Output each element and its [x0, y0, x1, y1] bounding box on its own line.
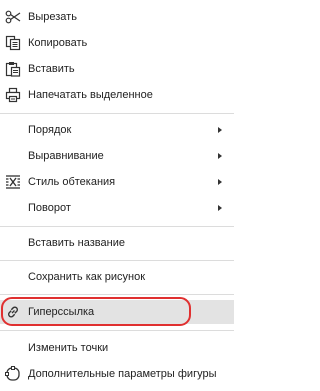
menu-item-label: Гиперссылка: [28, 306, 95, 318]
menu-item-paste[interactable]: Вставить: [0, 57, 234, 81]
paste-icon: [5, 61, 21, 77]
menu-item-label: Сохранить как рисунок: [28, 271, 146, 283]
menu-separator: [0, 226, 234, 227]
submenu-arrow-icon: [218, 205, 222, 211]
menu-item-label: Поворот: [28, 202, 71, 214]
submenu-arrow-icon: [218, 153, 222, 159]
menu-item-label: Вставить название: [28, 237, 125, 249]
context-menu: Вырезать Копировать Вставить Напечатать …: [0, 0, 234, 391]
menu-item-label: Копировать: [28, 37, 88, 49]
hyperlink-icon: [5, 304, 21, 320]
menu-item-label: Напечатать выделенное: [28, 89, 153, 101]
menu-item-rotate[interactable]: Поворот: [0, 196, 234, 220]
menu-separator: [0, 330, 234, 331]
menu-item-hyperlink[interactable]: Гиперссылка: [0, 300, 234, 324]
menu-item-shape-settings[interactable]: Дополнительные параметры фигуры: [0, 362, 234, 386]
menu-item-save-as-picture[interactable]: Сохранить как рисунок: [0, 265, 234, 289]
menu-item-label: Выравнивание: [28, 150, 104, 162]
menu-separator: [0, 113, 234, 114]
menu-item-copy[interactable]: Копировать: [0, 31, 234, 55]
submenu-arrow-icon: [218, 179, 222, 185]
print-icon: [5, 87, 21, 103]
menu-item-align[interactable]: Выравнивание: [0, 144, 234, 168]
menu-item-label: Вставить: [28, 63, 75, 75]
menu-item-label: Порядок: [28, 124, 72, 136]
menu-separator: [0, 294, 234, 295]
wrap-style-icon: [5, 174, 21, 190]
menu-item-wrap-style[interactable]: Стиль обтекания: [0, 170, 234, 194]
menu-item-cut[interactable]: Вырезать: [0, 5, 234, 29]
shape-settings-icon: [5, 366, 21, 382]
menu-item-label: Изменить точки: [28, 342, 109, 354]
submenu-arrow-icon: [218, 127, 222, 133]
scissors-icon: [5, 9, 21, 25]
menu-item-label: Дополнительные параметры фигуры: [28, 368, 217, 380]
menu-item-label: Стиль обтекания: [28, 176, 116, 188]
menu-item-label: Вырезать: [28, 11, 77, 23]
menu-item-order[interactable]: Порядок: [0, 118, 234, 142]
menu-item-print-selection[interactable]: Напечатать выделенное: [0, 83, 234, 107]
menu-separator: [0, 260, 234, 261]
menu-item-edit-points[interactable]: Изменить точки: [0, 336, 234, 360]
copy-icon: [5, 35, 21, 51]
menu-item-insert-caption[interactable]: Вставить название: [0, 231, 234, 255]
